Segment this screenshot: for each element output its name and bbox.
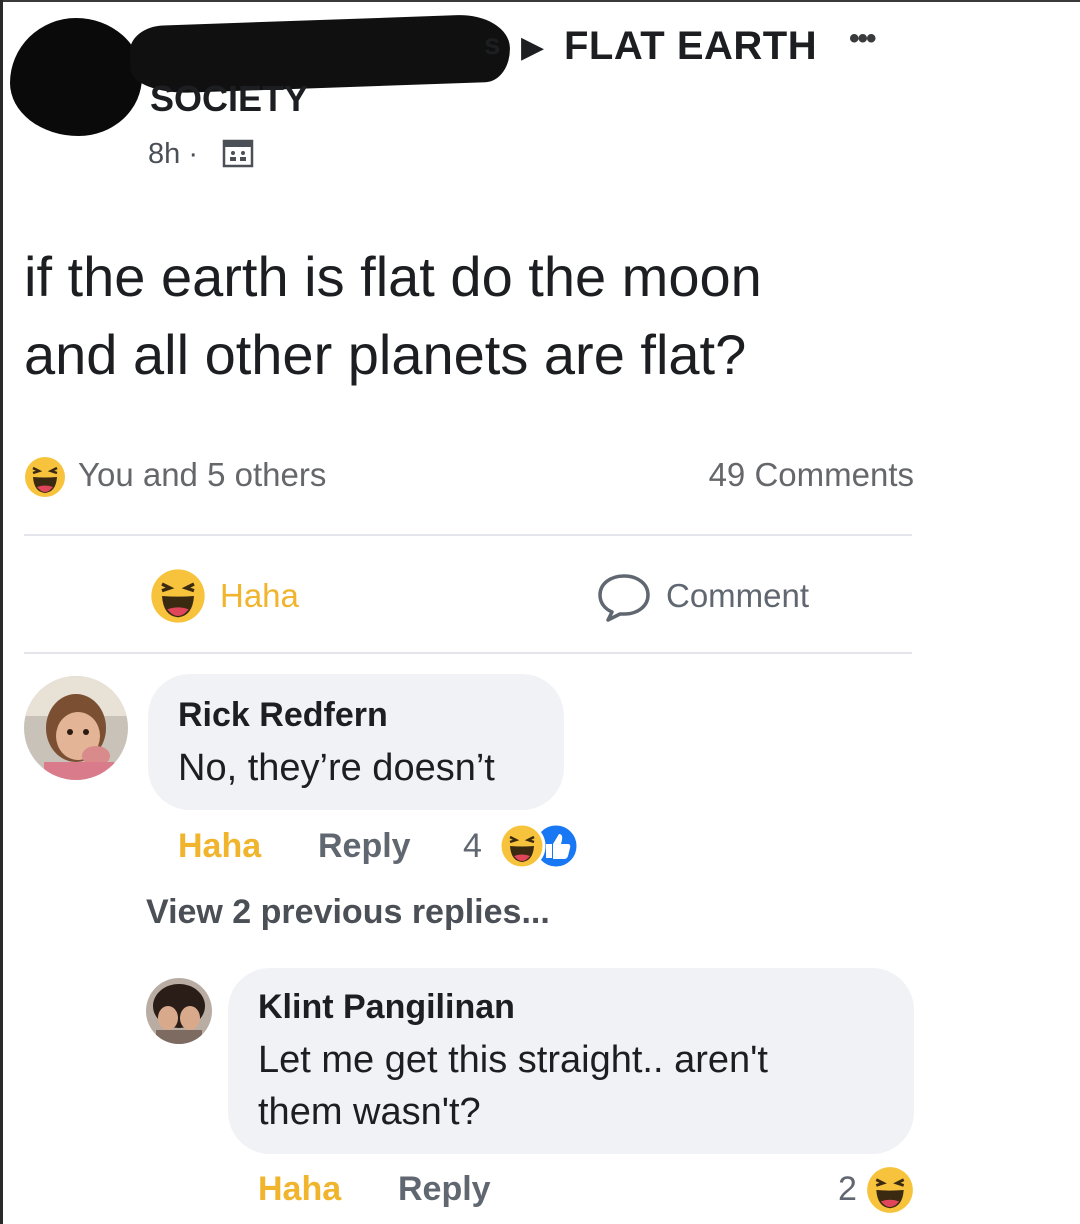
comment-reactions-icon[interactable] <box>496 822 586 870</box>
haha-button-label: Haha <box>220 577 299 614</box>
comment-reply-button[interactable]: Reply <box>398 1170 491 1209</box>
comments-count[interactable]: 49 Comments <box>709 456 914 494</box>
more-dots-icon[interactable]: ••• <box>849 22 876 56</box>
haha-emoji-icon[interactable] <box>24 456 66 498</box>
comment-text-line: them wasn't? <box>258 1091 481 1133</box>
haha-button[interactable]: Haha <box>150 566 299 626</box>
view-previous-replies-link[interactable]: View 2 previous replies... <box>146 893 550 932</box>
post-text-line: if the earth is flat do the moon <box>24 245 762 308</box>
comment-button-label: Comment <box>666 577 810 614</box>
comment-text: No, they’re doesn’t <box>178 747 495 789</box>
comment-reply-button[interactable]: Reply <box>318 827 411 866</box>
comment-bubble-icon <box>598 574 650 622</box>
comment-reaction-count[interactable]: 4 <box>463 827 482 866</box>
commenter-name[interactable]: Klint Pangilinan <box>258 988 515 1027</box>
divider <box>24 652 912 654</box>
post-timestamp[interactable]: 8h · <box>148 138 198 171</box>
reaction-summary[interactable]: You and 5 others <box>78 456 326 494</box>
screenshot-border-left <box>0 0 3 1224</box>
arrow-right-icon: ▶ <box>521 31 545 64</box>
group-name-link-line2[interactable]: SOCIETY <box>150 78 308 120</box>
commenter-name[interactable]: Rick Redfern <box>178 696 388 735</box>
post-text-line: and all other planets are flat? <box>24 323 747 386</box>
group-icon <box>222 139 254 168</box>
post-text: if the earth is flat do the moon and all… <box>24 238 924 394</box>
comment-reaction-count[interactable]: 2 <box>838 1170 857 1209</box>
author-name-tail: s <box>484 28 501 61</box>
commenter-avatar[interactable] <box>24 676 128 780</box>
haha-emoji-icon[interactable] <box>866 1166 914 1214</box>
commenter-avatar[interactable] <box>146 978 212 1044</box>
comment-button[interactable]: Comment <box>596 566 809 626</box>
redacted-author-avatar <box>10 18 142 136</box>
haha-emoji-icon <box>151 569 205 623</box>
comment-haha-button[interactable]: Haha <box>178 827 261 866</box>
comment-haha-button[interactable]: Haha <box>258 1170 341 1209</box>
group-name-link[interactable]: FLAT EARTH <box>564 24 817 69</box>
divider <box>24 534 912 536</box>
comment-text-line: Let me get this straight.. aren't <box>258 1039 768 1081</box>
screenshot-border-top <box>0 0 1080 2</box>
comment-text: Let me get this straight.. aren't them w… <box>258 1034 768 1138</box>
